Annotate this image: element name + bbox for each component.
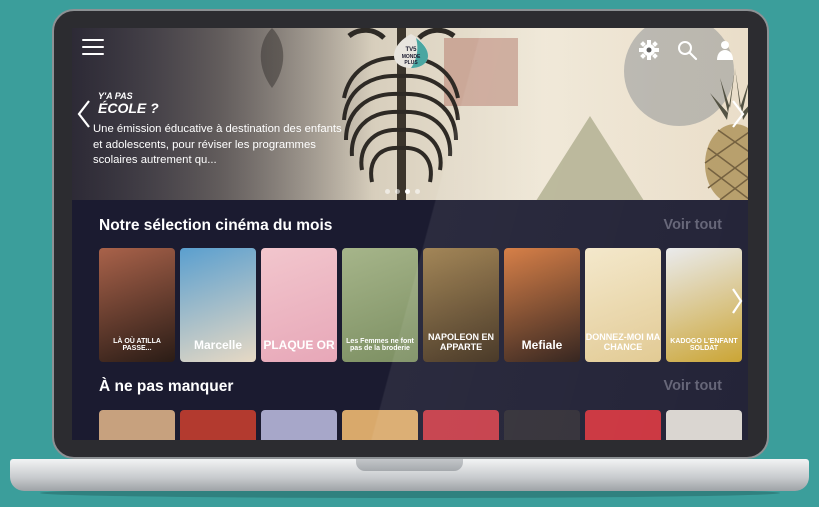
carousel-dot[interactable] bbox=[405, 189, 410, 194]
top-toolbar bbox=[638, 39, 736, 61]
logo-text: TV5 bbox=[405, 47, 417, 53]
section-title-selection: Notre sélection cinéma du mois bbox=[99, 217, 333, 234]
settings-gear-icon[interactable] bbox=[638, 39, 660, 61]
carousel-dot[interactable] bbox=[395, 189, 400, 194]
movie-poster[interactable]: Les Femmes ne font pas de la broderie bbox=[342, 248, 418, 362]
movie-poster[interactable] bbox=[261, 410, 337, 440]
poster-title: NAPOLEON EN APPARTE bbox=[427, 332, 494, 352]
see-all-selection-link[interactable]: Voir tout bbox=[663, 217, 722, 233]
poster-title: PLAQUE OR bbox=[263, 338, 335, 352]
movie-poster[interactable] bbox=[423, 410, 499, 440]
carousel-dot[interactable] bbox=[385, 189, 390, 194]
hero-banner[interactable]: TV5 MONDE PLUS Y'A PAS ÉCOLE ? Une émiss… bbox=[72, 28, 748, 200]
poster-title: DONNEZ-MOI MA CHANCE bbox=[585, 332, 661, 352]
show-logo-line2: ÉCOLE ? bbox=[98, 100, 159, 116]
movie-poster[interactable] bbox=[666, 410, 742, 440]
pineapple-illustration bbox=[704, 68, 748, 200]
poster-row-selection: LÀ OÙ ATILLA PASSE... Marcelle PLAQUE OR Le… bbox=[99, 248, 742, 362]
poster-title: Mefiale bbox=[521, 338, 563, 352]
movie-poster[interactable] bbox=[504, 410, 580, 440]
carousel-dot[interactable] bbox=[415, 189, 420, 194]
section-title-must-see: À ne pas manquer bbox=[99, 378, 234, 395]
app-screen: TV5 MONDE PLUS Y'A PAS ÉCOLE ? Une émiss… bbox=[72, 28, 748, 440]
decor-triangle bbox=[534, 116, 646, 200]
poster-row-must-see bbox=[99, 410, 742, 440]
carousel-dots bbox=[385, 189, 420, 194]
movie-poster[interactable]: LÀ OÙ ATILLA PASSE... bbox=[99, 248, 175, 362]
user-profile-icon[interactable] bbox=[714, 39, 736, 61]
row-next-arrow-icon[interactable] bbox=[730, 286, 744, 316]
menu-button[interactable] bbox=[82, 39, 104, 57]
poster-title: KADOGO L'ENFANT SOLDAT bbox=[670, 338, 738, 352]
movie-poster[interactable] bbox=[99, 410, 175, 440]
hero-prev-arrow-icon[interactable] bbox=[76, 98, 92, 130]
movie-poster[interactable]: DONNEZ-MOI MA CHANCE bbox=[585, 248, 661, 362]
poster-title: Marcelle bbox=[193, 338, 243, 352]
search-icon[interactable] bbox=[676, 39, 698, 61]
hero-next-arrow-icon[interactable] bbox=[730, 98, 746, 130]
movie-poster[interactable]: Mefiale bbox=[504, 248, 580, 362]
movie-poster[interactable]: Marcelle bbox=[180, 248, 256, 362]
movie-poster[interactable]: PLAQUE OR bbox=[261, 248, 337, 362]
movie-poster[interactable] bbox=[585, 410, 661, 440]
movie-poster[interactable] bbox=[180, 410, 256, 440]
show-logo: Y'A PAS ÉCOLE ? bbox=[98, 90, 159, 116]
app-logo[interactable]: TV5 MONDE PLUS bbox=[392, 34, 430, 68]
poster-title: LÀ OÙ ATILLA PASSE... bbox=[113, 338, 161, 352]
hero-description: Une émission éducative à destination des… bbox=[93, 123, 342, 166]
movie-poster[interactable] bbox=[342, 410, 418, 440]
laptop-notch bbox=[356, 459, 463, 471]
svg-text:PLUS: PLUS bbox=[404, 60, 418, 66]
movie-poster[interactable]: NAPOLEON EN APPARTE bbox=[423, 248, 499, 362]
see-all-must-see-link[interactable]: Voir tout bbox=[663, 378, 722, 394]
poster-title: Les Femmes ne font pas de la broderie bbox=[346, 338, 414, 352]
